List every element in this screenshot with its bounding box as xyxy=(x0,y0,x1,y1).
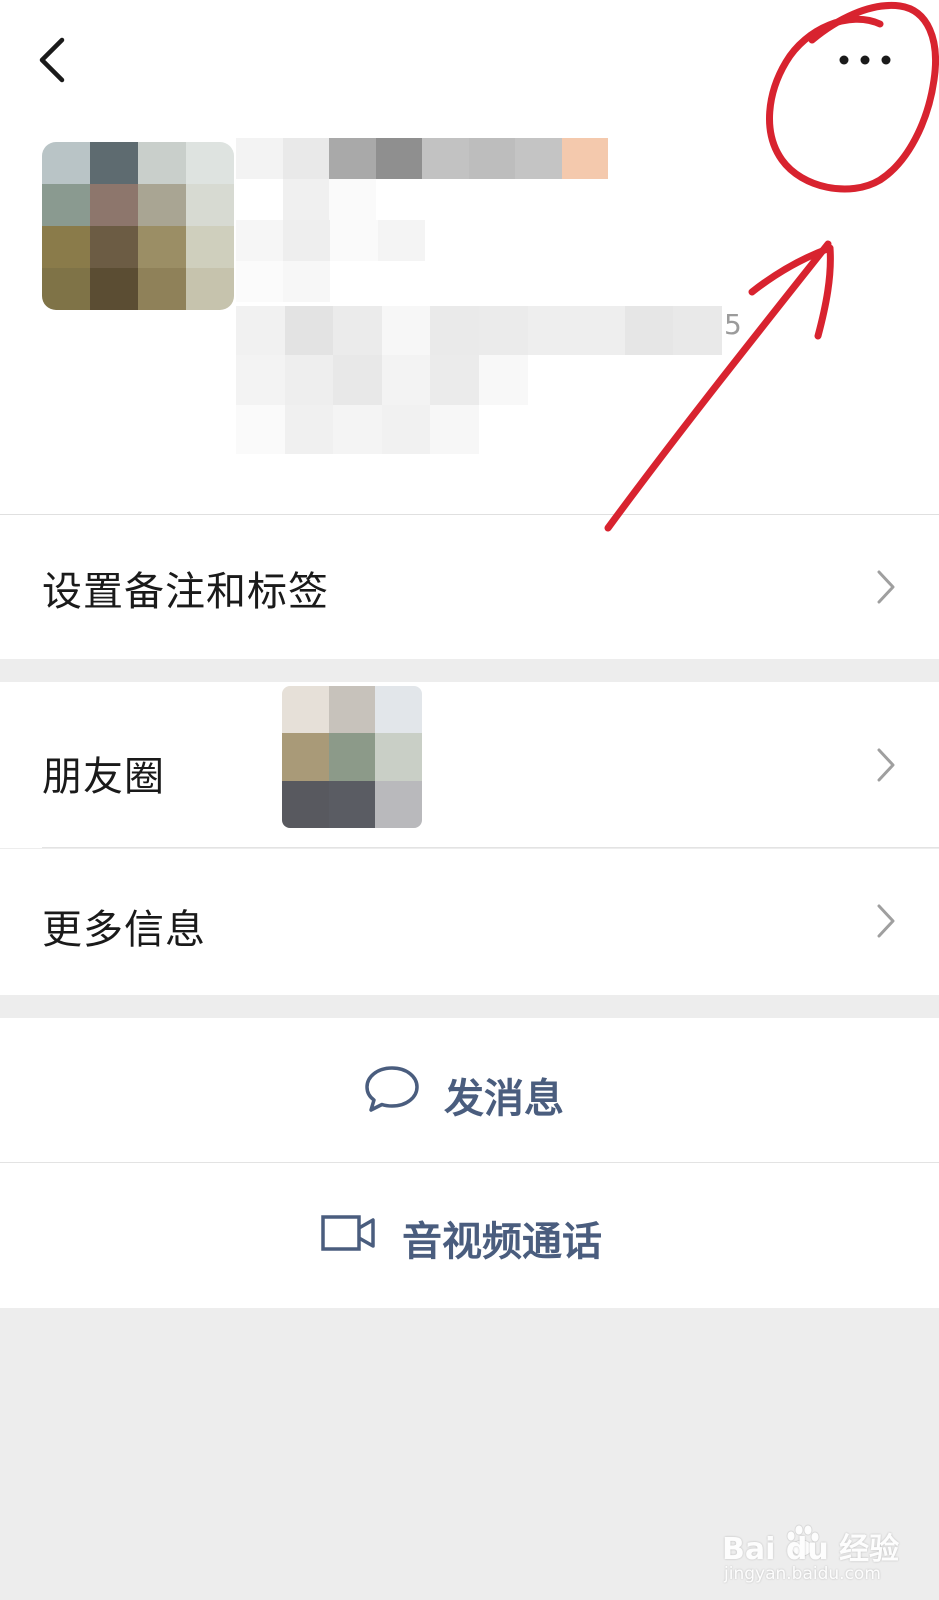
send-message-label: 发消息 xyxy=(444,1076,564,1122)
video-call-button[interactable]: 音视频通话 xyxy=(0,1163,939,1308)
contact-profile-screen: 5 设置备注和标签 朋友圈 更多信息 发消息 音视频通话 Bai du 经验 j… xyxy=(0,0,939,1600)
chevron-right-icon xyxy=(877,570,895,604)
more-options-button[interactable] xyxy=(828,36,902,86)
nickname-redacted-line2 xyxy=(236,220,472,302)
avatar[interactable] xyxy=(42,142,234,310)
row-divider xyxy=(42,847,939,848)
watermark-brand: Bai du 经验 xyxy=(722,1532,900,1567)
video-call-label: 音视频通话 xyxy=(402,1219,602,1265)
nickname-redacted xyxy=(236,138,608,220)
watermark-url: jingyan.baidu.com xyxy=(724,1564,881,1584)
account-info-redacted xyxy=(236,306,722,454)
moments-thumbnail xyxy=(282,686,422,828)
video-camera-icon xyxy=(321,1215,375,1251)
ellipsis-icon xyxy=(839,55,891,65)
chevron-right-icon xyxy=(877,748,895,782)
partial-digit: 5 xyxy=(724,308,742,341)
chevron-left-icon xyxy=(39,37,65,83)
back-button[interactable] xyxy=(28,32,84,88)
moments-row[interactable]: 朋友圈 xyxy=(0,682,939,848)
moments-label: 朋友圈 xyxy=(42,754,165,800)
more-info-label: 更多信息 xyxy=(42,907,206,953)
set-remark-tags-label: 设置备注和标签 xyxy=(42,569,329,615)
send-message-button[interactable]: 发消息 xyxy=(0,1018,939,1162)
baidu-jingyan-watermark: Bai du 经验 jingyan.baidu.com xyxy=(722,1524,922,1588)
chat-bubble-icon xyxy=(365,1066,419,1112)
set-remark-tags-row[interactable]: 设置备注和标签 xyxy=(0,515,939,659)
profile-card: 5 xyxy=(0,0,939,514)
more-info-row[interactable]: 更多信息 xyxy=(0,849,939,995)
chevron-right-icon xyxy=(877,904,895,938)
